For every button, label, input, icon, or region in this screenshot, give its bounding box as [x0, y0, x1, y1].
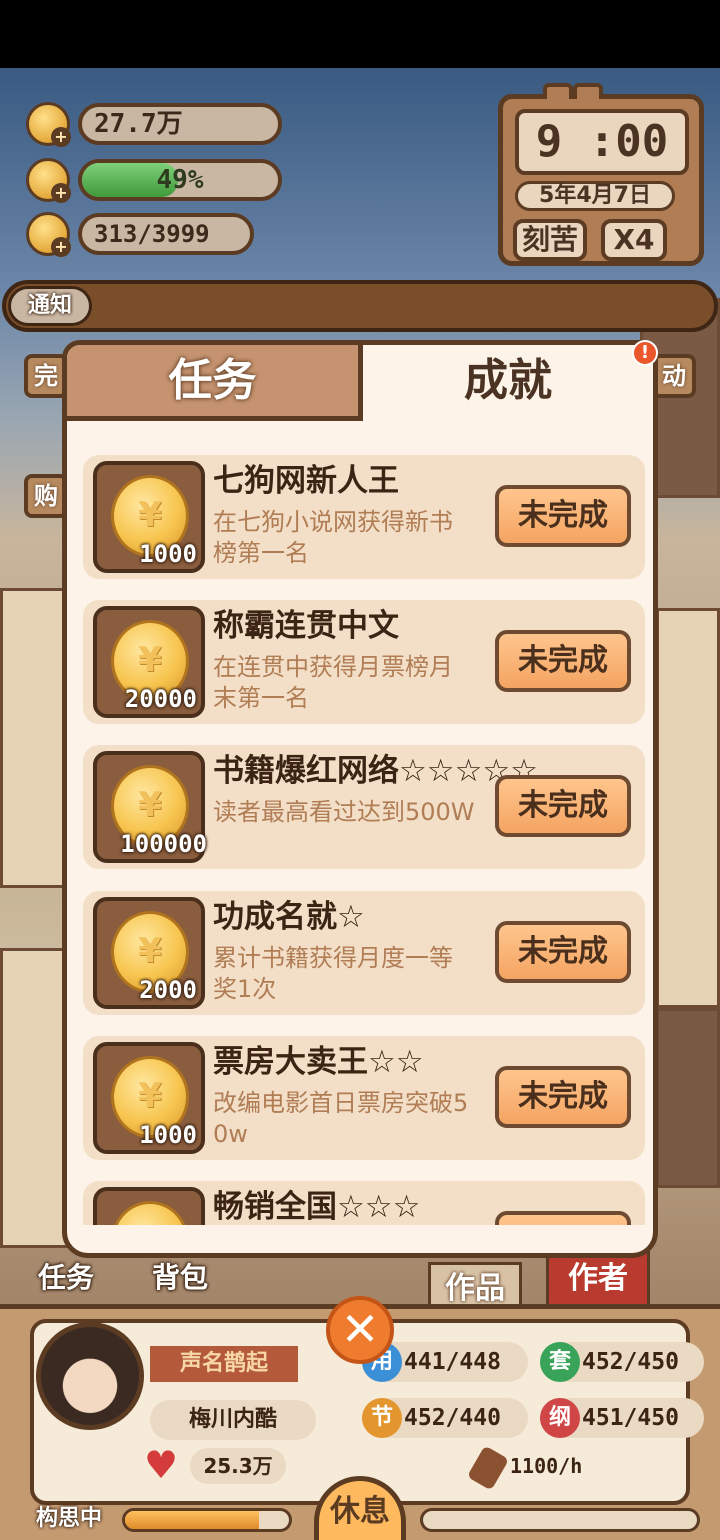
energy-row[interactable]: + 49% — [26, 158, 282, 203]
list-item: ¥ 畅销全国☆☆☆ — [83, 1181, 645, 1225]
reward-amount: 1000 — [139, 1121, 197, 1149]
clock-knob — [573, 83, 603, 99]
reward-amount: 20000 — [124, 685, 197, 713]
background-building — [0, 948, 70, 1248]
achievement-title: 称霸连贯中文 — [213, 608, 399, 644]
gold-coin-icon: + — [26, 102, 71, 147]
achievement-desc: 读者最高看过达到500W — [213, 798, 475, 826]
status-button[interactable]: 未完成 — [495, 921, 631, 983]
alert-badge: ! — [632, 340, 658, 366]
side-button-event[interactable]: 动 — [652, 354, 696, 398]
reward-amount: 100000 — [120, 830, 207, 858]
background-building — [656, 608, 720, 1008]
energy-bar: 49% — [78, 159, 282, 201]
rank-title: 声名鹊起 — [150, 1346, 298, 1382]
achievement-title: 功成名就☆ — [213, 899, 365, 935]
status-button[interactable]: 未完成 — [495, 630, 631, 692]
game-time: 9 :00 — [515, 109, 689, 175]
wood-log-icon — [466, 1444, 510, 1491]
stat-value: 451/450 — [582, 1405, 679, 1431]
list-item: ¥ 100000 书籍爆红网络☆☆☆☆☆ 读者最高看过达到500W 未完成 — [83, 745, 645, 869]
tab-achievements[interactable]: 成就 — [363, 345, 653, 421]
clock-panel: 9 :00 5年4月7日 刻苦 X4 — [498, 83, 704, 266]
achievement-title: 票房大卖王☆☆ — [213, 1044, 424, 1080]
reward-box: ¥ 100000 — [93, 751, 207, 863]
stat-outline: 纲 451/450 — [540, 1398, 704, 1438]
notice-bar[interactable]: 通知 — [2, 280, 718, 332]
reward-box: ¥ 1000 — [93, 1042, 205, 1154]
add-icon[interactable]: + — [51, 183, 71, 203]
thinking-progress-fill — [125, 1511, 260, 1529]
lightning-icon: + — [26, 158, 71, 203]
reward-box: ¥ 1000 — [93, 461, 205, 573]
list-item: ¥ 1000 七狗网新人王 在七狗小说网获得新书榜第一名 未完成 — [83, 455, 645, 579]
list-item: ¥ 2000 功成名就☆ 累计书籍获得月度一等奖1次 未完成 — [83, 891, 645, 1015]
achievement-desc: 在连贯中获得月票榜月末第一名 — [213, 653, 453, 712]
status-bar — [0, 0, 720, 68]
reward-amount: 1000 — [139, 540, 197, 568]
heart-icon: ♥ — [144, 1443, 179, 1487]
list-item: ¥ 1000 票房大卖王☆☆ 改编电影首日票房突破50w 未完成 — [83, 1036, 645, 1160]
add-icon[interactable]: + — [51, 127, 71, 147]
stat-value: 452/450 — [582, 1349, 679, 1375]
status-button[interactable] — [495, 1211, 631, 1225]
game-date: 5年4月7日 — [515, 181, 675, 211]
rate-value: 1100/h — [510, 1454, 583, 1478]
background-building — [656, 1008, 720, 1188]
inspiration-display: 313/3999 — [78, 213, 254, 255]
reward-box: ¥ 2000 — [93, 897, 205, 1009]
pacing-icon: 节 — [362, 1398, 402, 1438]
achievement-list[interactable]: ¥ 1000 七狗网新人王 在七狗小说网获得新书榜第一名 未完成 ¥ 20000… — [79, 455, 645, 1225]
stat-value: 452/440 — [404, 1405, 501, 1431]
speed-button[interactable]: X4 — [601, 219, 667, 261]
achievement-desc: 在七狗小说网获得新书榜第一名 — [213, 508, 453, 567]
list-item: ¥ 20000 称霸连贯中文 在连贯中获得月票榜月末第一名 未完成 — [83, 600, 645, 724]
achievement-title: 七狗网新人王 — [213, 463, 399, 499]
reward-box: ¥ — [93, 1187, 205, 1225]
stat-value: 441/448 — [404, 1349, 501, 1375]
close-button[interactable]: ✕ — [326, 1296, 394, 1364]
nav-bag[interactable]: 背包 — [152, 1260, 208, 1296]
inspiration-value: 313/3999 — [94, 220, 210, 248]
reward-amount: 2000 — [139, 976, 197, 1004]
stat-routine: 套 452/450 — [540, 1342, 704, 1382]
tab-tasks[interactable]: 任务 — [67, 345, 363, 421]
achievement-title: 畅销全国☆☆☆ — [213, 1189, 421, 1225]
work-mode-button[interactable]: 刻苦 — [513, 219, 587, 261]
stat-pacing: 节 452/440 — [362, 1398, 528, 1438]
coin-icon: ¥ — [111, 1201, 189, 1225]
lightbulb-icon: + — [26, 212, 71, 257]
notice-label: 通知 — [8, 286, 92, 326]
gold-row[interactable]: + 27.7万 — [26, 102, 282, 147]
avatar[interactable] — [36, 1322, 144, 1430]
inspiration-row[interactable]: + 313/3999 — [26, 212, 254, 257]
thinking-progress — [122, 1508, 292, 1532]
routine-icon: 套 — [540, 1342, 580, 1382]
reward-box: ¥ 20000 — [93, 606, 205, 718]
outline-icon: 纲 — [540, 1398, 580, 1438]
fans-count: 25.3万 — [190, 1448, 286, 1484]
achievement-dialog: 任务 成就 ¥ 1000 七狗网新人王 在七狗小说网获得新书榜第一名 未完成 ¥… — [62, 340, 658, 1258]
achievement-title: 书籍爆红网络☆☆☆☆☆ — [213, 753, 538, 789]
achievement-desc: 累计书籍获得月度一等奖1次 — [213, 944, 453, 1003]
nav-tasks[interactable]: 任务 — [38, 1260, 94, 1296]
gold-display: 27.7万 — [78, 103, 282, 145]
clock-knob — [543, 83, 573, 99]
add-icon[interactable]: + — [51, 237, 71, 257]
production-rate: 1100/h — [466, 1444, 583, 1491]
thinking-label: 构思中 — [36, 1506, 103, 1531]
status-button[interactable]: 未完成 — [495, 775, 631, 837]
gold-value: 27.7万 — [94, 109, 183, 139]
status-button[interactable]: 未完成 — [495, 1066, 631, 1128]
player-name: 梅川内酷 — [150, 1400, 316, 1440]
energy-value: 49% — [156, 165, 204, 195]
achievement-desc: 改编电影首日票房突破50w — [213, 1089, 469, 1148]
status-button[interactable]: 未完成 — [495, 485, 631, 547]
progress-track — [420, 1508, 700, 1532]
